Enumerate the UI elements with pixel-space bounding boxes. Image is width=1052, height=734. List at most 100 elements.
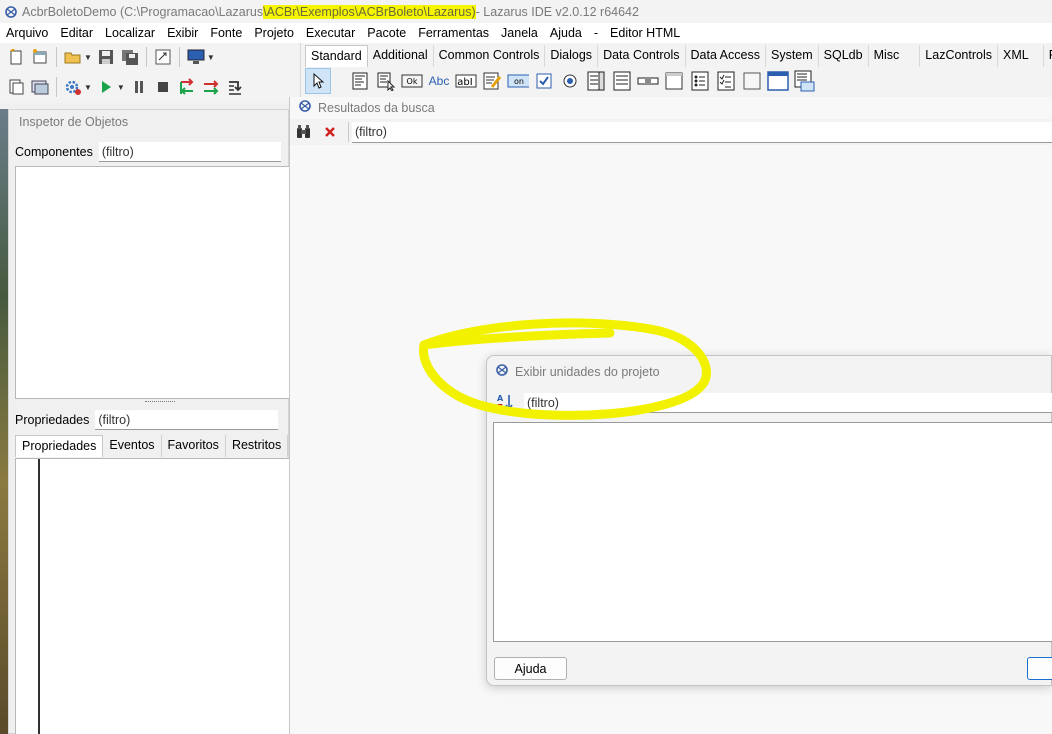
menu-editar[interactable]: Editar: [54, 26, 99, 40]
tab-restritos[interactable]: Restritos: [226, 435, 289, 457]
property-grid-divider: [38, 459, 40, 734]
toggle-form-icon[interactable]: [153, 47, 173, 67]
tab-lazcontrols[interactable]: LazControls: [920, 45, 998, 67]
edit-icon[interactable]: abI: [455, 70, 477, 92]
toolbar-separator: [56, 77, 57, 97]
menu-localizar[interactable]: Localizar: [99, 26, 161, 40]
button-icon[interactable]: Ok: [401, 70, 423, 92]
search-results-toolbar: [290, 119, 1052, 145]
toolbar-row-file: ▼ ▼: [6, 44, 215, 70]
toolbar-separator: [348, 122, 349, 142]
step-over-icon[interactable]: [201, 77, 221, 97]
new-project-icon[interactable]: [6, 77, 26, 97]
object-inspector: Inspetor de Objetos Componentes Propried…: [8, 109, 290, 734]
scrollbar-icon[interactable]: [637, 70, 659, 92]
stop-icon[interactable]: [153, 77, 173, 97]
tab-common-controls[interactable]: Common Controls: [434, 45, 546, 67]
main-menu-icon[interactable]: [349, 70, 371, 92]
dialog-filter-input[interactable]: [524, 393, 1052, 413]
svg-text:A: A: [497, 394, 504, 403]
panel-icon[interactable]: [741, 70, 763, 92]
search-results-titlebar: Resultados da busca: [298, 99, 435, 116]
help-button[interactable]: Ajuda: [494, 657, 567, 680]
save-all-icon[interactable]: [120, 47, 140, 67]
sort-alphabetically-icon[interactable]: AZ: [495, 392, 515, 412]
groupbox-icon[interactable]: [663, 70, 685, 92]
menu-projeto[interactable]: Projeto: [248, 26, 300, 40]
search-results-filter-input[interactable]: [352, 122, 1052, 143]
menu-exibir[interactable]: Exibir: [161, 26, 204, 40]
tab-additional[interactable]: Additional: [368, 45, 434, 67]
build-gear-icon[interactable]: [63, 77, 83, 97]
menu-fonte[interactable]: Fonte: [204, 26, 248, 40]
step-out-icon[interactable]: [225, 77, 245, 97]
tab-pascal[interactable]: Pasca: [1044, 45, 1052, 67]
popup-menu-icon[interactable]: [375, 70, 397, 92]
binoculars-icon[interactable]: [294, 122, 314, 142]
checkbox-icon[interactable]: [533, 70, 555, 92]
new-unit-icon[interactable]: [6, 47, 26, 67]
tab-eventos[interactable]: Eventos: [103, 435, 162, 457]
palette-tabs: Standard Additional Common Controls Dial…: [305, 45, 1052, 67]
menu-janela[interactable]: Janela: [495, 26, 544, 40]
open-dropdown-icon[interactable]: ▼: [84, 53, 92, 62]
property-grid[interactable]: [15, 458, 290, 734]
view-project-units-dialog: Exibir unidades do projeto AZ Ajuda: [486, 355, 1052, 686]
menu-ajuda[interactable]: Ajuda: [544, 26, 588, 40]
save-icon[interactable]: [96, 47, 116, 67]
open-folder-icon[interactable]: [63, 47, 83, 67]
tab-system[interactable]: System: [766, 45, 819, 67]
tab-dialogs[interactable]: Dialogs: [545, 45, 599, 67]
desktop-background-strip: [0, 109, 8, 734]
pause-icon[interactable]: [129, 77, 149, 97]
build-dropdown-icon[interactable]: ▼: [84, 83, 92, 92]
tab-xml[interactable]: XML: [998, 45, 1044, 67]
combobox-icon[interactable]: [611, 70, 633, 92]
toggle-box-icon[interactable]: on: [507, 70, 529, 92]
tab-standard[interactable]: Standard: [305, 45, 368, 67]
tab-propriedades[interactable]: Propriedades: [15, 435, 104, 457]
tab-favoritos[interactable]: Favoritos: [162, 435, 226, 457]
menu-ferramentas[interactable]: Ferramentas: [412, 26, 495, 40]
ok-button[interactable]: [1027, 657, 1052, 680]
menu-editor-html[interactable]: Editor HTML: [604, 26, 686, 40]
radio-button-icon[interactable]: [559, 70, 581, 92]
button-icon-label: Ok: [407, 77, 418, 86]
tab-data-controls[interactable]: Data Controls: [598, 45, 686, 67]
close-icon[interactable]: [320, 122, 340, 142]
menu-arquivo[interactable]: Arquivo: [0, 26, 54, 40]
title-highlight: \ACBr\Exemplos\ACBrBoleto\Lazarus): [263, 4, 476, 19]
units-list[interactable]: [493, 422, 1052, 642]
menu-pacote[interactable]: Pacote: [361, 26, 412, 40]
splitter-grip[interactable]: [145, 401, 175, 404]
toggle-box-icon-label: on: [514, 77, 524, 86]
title-suffix: - Lazarus IDE v2.0.12 r64642: [475, 4, 639, 19]
frame-icon[interactable]: [767, 70, 789, 92]
action-list-icon[interactable]: [793, 70, 815, 92]
tab-sqldb[interactable]: SQLdb: [819, 45, 869, 67]
listbox-icon[interactable]: [585, 70, 607, 92]
properties-filter-input[interactable]: [95, 410, 279, 430]
memo-icon[interactable]: [481, 70, 503, 92]
view-dropdown-icon[interactable]: ▼: [207, 53, 215, 62]
run-dropdown-icon[interactable]: ▼: [117, 83, 125, 92]
radiogroup-icon[interactable]: [689, 70, 711, 92]
selection-pointer-icon[interactable]: [305, 68, 331, 94]
lazarus-app-icon: [298, 99, 312, 116]
properties-label: Propriedades: [15, 413, 90, 427]
run-icon[interactable]: [96, 77, 116, 97]
menu-executar[interactable]: Executar: [300, 26, 361, 40]
dialog-title: Exibir unidades do projeto: [515, 364, 660, 379]
new-form-icon[interactable]: [30, 47, 50, 67]
project-options-icon[interactable]: [30, 77, 50, 97]
components-filter-input[interactable]: [98, 142, 281, 162]
tab-misc[interactable]: Misc: [869, 45, 921, 67]
step-into-icon[interactable]: [177, 77, 197, 97]
properties-filter-row: Propriedades: [15, 410, 279, 430]
checkgroup-icon[interactable]: [715, 70, 737, 92]
view-units-icon[interactable]: [186, 47, 206, 67]
label-icon[interactable]: Abc: [427, 70, 451, 92]
component-tree[interactable]: [15, 166, 290, 399]
search-results-title: Resultados da busca: [318, 100, 435, 115]
tab-data-access[interactable]: Data Access: [686, 45, 766, 67]
